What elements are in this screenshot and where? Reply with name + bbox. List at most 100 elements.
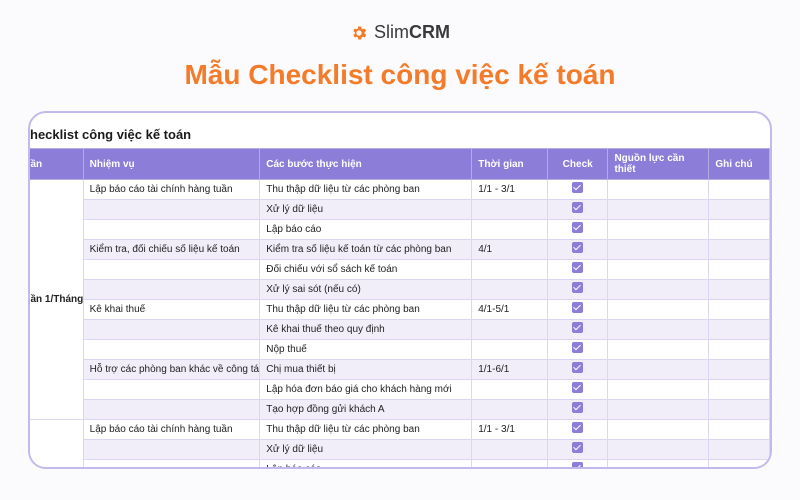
table-row: Kiểm tra, đối chiếu số liệu kế toánKiểm …	[28, 240, 770, 260]
checkbox-checked-icon[interactable]	[572, 382, 583, 393]
checkbox-checked-icon[interactable]	[572, 342, 583, 353]
resource-cell	[608, 440, 709, 460]
time-cell	[472, 200, 548, 220]
table-row: n 2/Tháng 1Lập báo cáo tài chính hàng tu…	[28, 420, 770, 440]
resource-cell	[608, 400, 709, 420]
time-cell	[472, 260, 548, 280]
step-cell: Nộp thuế	[260, 340, 472, 360]
note-cell	[709, 420, 770, 440]
check-cell[interactable]	[547, 400, 608, 420]
checkbox-checked-icon[interactable]	[572, 422, 583, 433]
note-cell	[709, 240, 770, 260]
brand-name: SlimCRM	[374, 22, 450, 43]
checkbox-checked-icon[interactable]	[572, 242, 583, 253]
brand-name-bold: CRM	[409, 22, 450, 42]
checkbox-checked-icon[interactable]	[572, 442, 583, 453]
time-cell	[472, 280, 548, 300]
note-cell	[709, 320, 770, 340]
check-cell[interactable]	[547, 320, 608, 340]
page-title: Mẫu Checklist công việc kế toán	[0, 51, 800, 111]
note-cell	[709, 300, 770, 320]
step-cell: Kê khai thuế theo quy định	[260, 320, 472, 340]
task-cell	[83, 280, 260, 300]
resource-cell	[608, 180, 709, 200]
task-cell: Hỗ trợ các phòng ban khác về công tác kế…	[83, 360, 260, 380]
checkbox-checked-icon[interactable]	[572, 202, 583, 213]
resource-cell	[608, 200, 709, 220]
check-cell[interactable]	[547, 180, 608, 200]
resource-cell	[608, 460, 709, 470]
col-header-week: Tuần	[28, 149, 83, 180]
checkbox-checked-icon[interactable]	[572, 282, 583, 293]
task-cell	[83, 380, 260, 400]
table-row: Lập báo cáo	[28, 220, 770, 240]
note-cell	[709, 180, 770, 200]
time-cell: 1/1 - 3/1	[472, 180, 548, 200]
check-cell[interactable]	[547, 240, 608, 260]
checkbox-checked-icon[interactable]	[572, 182, 583, 193]
note-cell	[709, 220, 770, 240]
checkbox-checked-icon[interactable]	[572, 222, 583, 233]
time-cell: 4/1-5/1	[472, 300, 548, 320]
table-row: Lập hóa đơn báo giá cho khách hàng mới	[28, 380, 770, 400]
checkbox-checked-icon[interactable]	[572, 462, 583, 469]
table-row: Xử lý dữ liệu	[28, 440, 770, 460]
step-cell: Lập hóa đơn báo giá cho khách hàng mới	[260, 380, 472, 400]
step-cell: Chị mua thiết bị	[260, 360, 472, 380]
check-cell[interactable]	[547, 360, 608, 380]
resource-cell	[608, 300, 709, 320]
time-cell	[472, 440, 548, 460]
task-cell: Lập báo cáo tài chính hàng tuần	[83, 180, 260, 200]
step-cell: Xử lý sai sót (nếu có)	[260, 280, 472, 300]
table-row: Kê khai thuếThu thập dữ liệu từ các phòn…	[28, 300, 770, 320]
task-cell: Kê khai thuế	[83, 300, 260, 320]
checkbox-checked-icon[interactable]	[572, 302, 583, 313]
step-cell: Lập báo cáo	[260, 220, 472, 240]
check-cell[interactable]	[547, 340, 608, 360]
table-header-row: Tuần Nhiệm vụ Các bước thực hiện Thời gi…	[28, 149, 770, 180]
time-cell	[472, 460, 548, 470]
check-cell[interactable]	[547, 280, 608, 300]
checkbox-checked-icon[interactable]	[572, 262, 583, 273]
col-header-check: Check	[547, 149, 608, 180]
check-cell[interactable]	[547, 200, 608, 220]
note-cell	[709, 360, 770, 380]
col-header-time: Thời gian	[472, 149, 548, 180]
table-row: Đối chiếu với sổ sách kế toán	[28, 260, 770, 280]
note-cell	[709, 440, 770, 460]
step-cell: Xử lý dữ liệu	[260, 440, 472, 460]
task-cell	[83, 440, 260, 460]
sheet-title: hecklist công việc kế toán	[28, 127, 770, 148]
note-cell	[709, 380, 770, 400]
time-cell: 1/1 - 3/1	[472, 420, 548, 440]
resource-cell	[608, 380, 709, 400]
check-cell[interactable]	[547, 380, 608, 400]
check-cell[interactable]	[547, 260, 608, 280]
time-cell: 4/1	[472, 240, 548, 260]
col-header-note: Ghi chú	[709, 149, 770, 180]
note-cell	[709, 400, 770, 420]
week-cell: Tuần 1/Tháng 1	[28, 180, 83, 420]
table-row: Tạo hợp đồng gửi khách A	[28, 400, 770, 420]
checkbox-checked-icon[interactable]	[572, 362, 583, 373]
check-cell[interactable]	[547, 460, 608, 470]
check-cell[interactable]	[547, 220, 608, 240]
brand-name-light: Slim	[374, 22, 409, 42]
note-cell	[709, 340, 770, 360]
checkbox-checked-icon[interactable]	[572, 322, 583, 333]
check-cell[interactable]	[547, 440, 608, 460]
note-cell	[709, 280, 770, 300]
time-cell	[472, 340, 548, 360]
check-cell[interactable]	[547, 420, 608, 440]
task-cell: Kiểm tra, đối chiếu số liệu kế toán	[83, 240, 260, 260]
task-cell	[83, 200, 260, 220]
checkbox-checked-icon[interactable]	[572, 402, 583, 413]
table-row: Tuần 1/Tháng 1Lập báo cáo tài chính hàng…	[28, 180, 770, 200]
note-cell	[709, 460, 770, 470]
step-cell: Thu thập dữ liệu từ các phòng ban	[260, 180, 472, 200]
task-cell	[83, 460, 260, 470]
check-cell[interactable]	[547, 300, 608, 320]
task-cell: Lập báo cáo tài chính hàng tuần	[83, 420, 260, 440]
step-cell: Thu thập dữ liệu từ các phòng ban	[260, 420, 472, 440]
week-cell: n 2/Tháng 1	[28, 420, 83, 470]
